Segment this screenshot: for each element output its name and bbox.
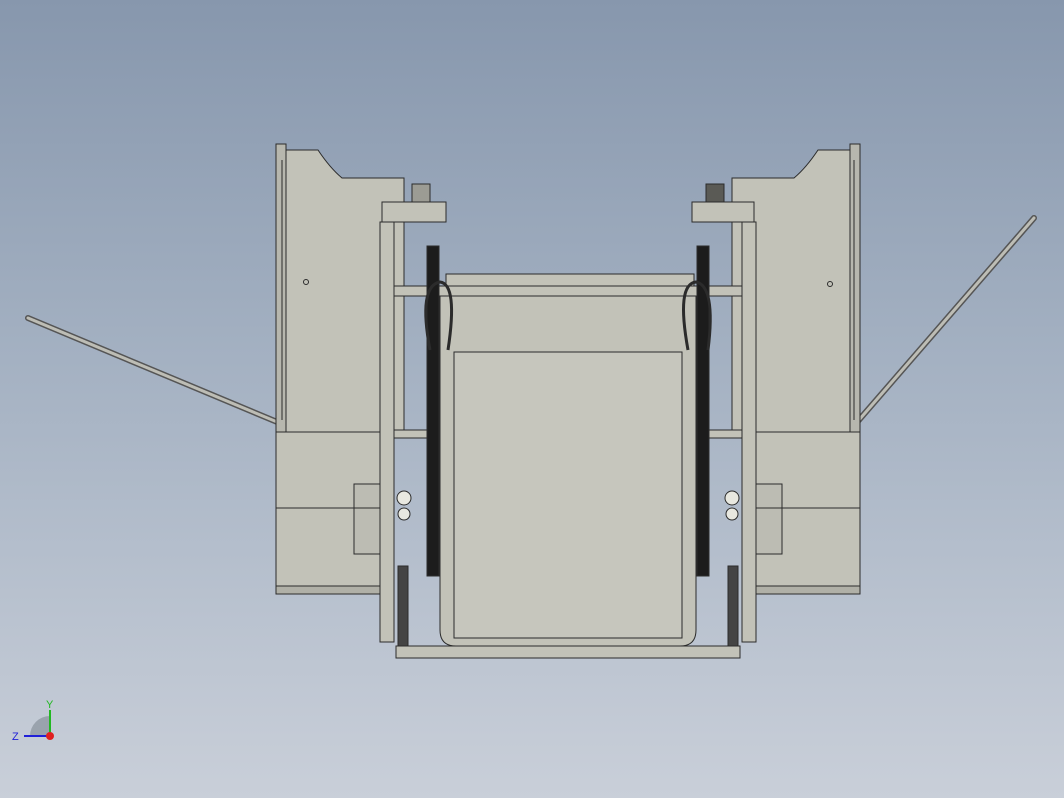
left-roller-lower: [397, 507, 411, 521]
left-top-bracket: [381, 201, 447, 223]
right-plate-hole: [827, 281, 833, 287]
left-motor: [411, 183, 431, 205]
left-plate-hole: [303, 279, 309, 285]
coordinate-triad: Y Z: [12, 699, 54, 743]
right-lower-post: [727, 565, 739, 647]
bin-top-rim: [445, 273, 695, 287]
right-roller-lower: [725, 507, 739, 521]
right-top-bracket: [691, 201, 755, 223]
bin-front-panel: [453, 351, 683, 639]
y-axis-label: Y: [46, 699, 54, 711]
right-roller-upper: [724, 490, 740, 506]
left-bracket: [353, 483, 383, 555]
bottom-frame: [395, 645, 741, 659]
x-axis-point: [46, 732, 54, 740]
cad-model-front-view[interactable]: [0, 0, 1064, 798]
right-housing-base: [747, 585, 861, 595]
left-lower-post: [397, 565, 409, 647]
left-roller-upper: [396, 490, 412, 506]
right-frame-column: [741, 221, 757, 643]
z-axis-label: Z: [12, 731, 19, 743]
left-handle-bar: [25, 315, 285, 427]
right-motor: [705, 183, 725, 205]
left-plate-edge: [275, 143, 287, 433]
cad-graphics-area[interactable]: Y Z: [0, 0, 1064, 798]
left-housing-base: [275, 585, 389, 595]
right-bracket: [753, 483, 783, 555]
triad-quadrant: [30, 716, 50, 736]
right-plate-edge: [849, 143, 861, 433]
left-frame-column: [379, 221, 395, 643]
right-handle-bar: [849, 215, 1037, 431]
